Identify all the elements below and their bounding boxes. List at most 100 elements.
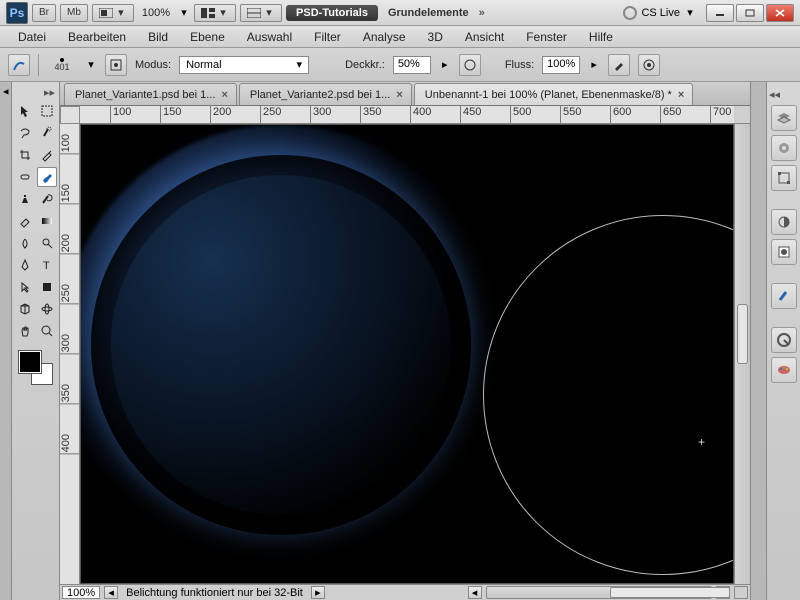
status-bar: 100% ◂ Belichtung funktioniert nur bei 3… <box>60 584 750 600</box>
workspace-secondary[interactable]: Grundelemente <box>382 7 475 19</box>
brush-panel-toggle-icon[interactable] <box>105 54 127 76</box>
airbrush-icon[interactable] <box>608 54 630 76</box>
adjustments-panel-icon[interactable] <box>771 209 797 235</box>
extras-chip[interactable]: ▾ <box>240 4 282 22</box>
zoom-tool[interactable] <box>37 321 57 341</box>
status-prev-icon[interactable]: ◂ <box>104 586 118 599</box>
zoom-field[interactable]: 100% <box>62 586 100 599</box>
type-tool[interactable]: T <box>37 255 57 275</box>
foreground-color-swatch[interactable] <box>19 351 41 373</box>
brush-cursor-ring <box>483 215 734 575</box>
lasso-tool[interactable] <box>15 123 35 143</box>
tab-doc-1[interactable]: Planet_Variante2.psd bei 1... × <box>239 83 412 105</box>
zoom-dropdown-icon[interactable]: ▾ <box>178 6 190 19</box>
tool-preset-icon[interactable] <box>8 54 30 76</box>
tab-doc-0[interactable]: Planet_Variante1.psd bei 1...× <box>64 83 237 105</box>
dodge-tool[interactable] <box>37 233 57 253</box>
pressure-size-icon[interactable] <box>638 54 660 76</box>
masks-panel-icon[interactable] <box>771 239 797 265</box>
scrollbar-thumb[interactable] <box>737 304 748 364</box>
brush-preview[interactable]: 401 <box>47 58 77 72</box>
tab-doc-2[interactable]: Unbenannt-1 bei 100% (Planet, Ebenenmask… <box>414 83 694 105</box>
blur-tool[interactable] <box>15 233 35 253</box>
opacity-drop-icon[interactable]: ▸ <box>439 58 451 71</box>
menu-fenster[interactable]: Fenster <box>516 27 577 47</box>
chevrons-icon[interactable]: » <box>479 7 485 19</box>
workspace-pill[interactable]: PSD-Tutorials <box>286 5 378 21</box>
menu-ansicht[interactable]: Ansicht <box>455 27 514 47</box>
history-brush-tool[interactable] <box>37 189 57 209</box>
ruler-tick: 250 <box>60 284 79 304</box>
move-tool[interactable] <box>15 101 35 121</box>
ruler-vertical[interactable]: 100 150 200 250 300 350 400 <box>60 124 80 584</box>
dock-collapse-icon[interactable]: ◂◂ <box>767 88 800 101</box>
brush-presets-panel-icon[interactable] <box>771 283 797 309</box>
blend-mode-select[interactable]: Normal ▾ <box>179 56 309 74</box>
tab-label: Planet_Variante2.psd bei 1... <box>250 89 390 101</box>
hscroll-left-icon[interactable]: ◂ <box>468 586 482 599</box>
zoom-level[interactable]: 100% <box>138 7 174 19</box>
ruler-tick: 600 <box>610 106 631 123</box>
canvas[interactable]: + <box>80 124 734 584</box>
tab-close-icon[interactable]: × <box>396 89 402 101</box>
status-next-icon[interactable]: ▸ <box>311 586 325 599</box>
menu-filter[interactable]: Filter <box>304 27 351 47</box>
screen-mode-chip[interactable]: ▾ <box>92 4 134 22</box>
layers-panel-icon[interactable] <box>771 105 797 131</box>
gradient-tool[interactable] <box>37 211 57 231</box>
brush-size-value: 401 <box>54 62 69 72</box>
menu-3d[interactable]: 3D <box>418 27 453 47</box>
flow-input[interactable]: 100% <box>542 56 580 74</box>
tab-label: Unbenannt-1 bei 100% (Planet, Ebenenmask… <box>425 89 672 101</box>
minimize-button[interactable] <box>706 4 734 22</box>
marquee-tool[interactable] <box>37 101 57 121</box>
paths-panel-icon[interactable] <box>771 165 797 191</box>
eraser-tool[interactable] <box>15 211 35 231</box>
menu-bild[interactable]: Bild <box>138 27 178 47</box>
tab-close-icon[interactable]: × <box>678 89 684 101</box>
brush-picker-dropdown[interactable]: ▾ <box>85 58 97 71</box>
scrollbar-thumb[interactable] <box>610 587 730 598</box>
maximize-button[interactable] <box>736 4 764 22</box>
color-panel-icon[interactable] <box>771 357 797 383</box>
close-button[interactable] <box>766 4 794 22</box>
menu-hilfe[interactable]: Hilfe <box>579 27 623 47</box>
healing-brush-tool[interactable] <box>15 167 35 187</box>
crop-tool[interactable] <box>15 145 35 165</box>
menu-bearbeiten[interactable]: Bearbeiten <box>58 27 136 47</box>
path-select-tool[interactable] <box>15 277 35 297</box>
left-collapse-gutter[interactable]: ▸ <box>0 82 12 600</box>
brush-tool[interactable] <box>37 167 57 187</box>
channels-panel-icon[interactable] <box>771 135 797 161</box>
ruler-horizontal[interactable]: 100 150 200 250 300 350 400 450 500 550 … <box>80 106 734 124</box>
horizontal-scrollbar[interactable] <box>486 586 712 599</box>
minibridge-chip[interactable]: Mb <box>60 4 88 22</box>
quick-select-tool[interactable] <box>37 123 57 143</box>
right-gap <box>750 82 766 600</box>
tab-close-icon[interactable]: × <box>221 89 227 101</box>
tab-strip: Planet_Variante1.psd bei 1...× Planet_Va… <box>60 82 750 106</box>
cs-live[interactable]: CS Live ▾ <box>617 6 702 20</box>
opacity-input[interactable]: 50% <box>393 56 431 74</box>
3d-orbit-tool[interactable] <box>37 299 57 319</box>
clone-stamp-tool[interactable] <box>15 189 35 209</box>
flow-drop-icon[interactable]: ▸ <box>588 58 600 71</box>
ruler-tick: 150 <box>60 184 79 204</box>
shape-tool[interactable] <box>37 277 57 297</box>
menu-analyse[interactable]: Analyse <box>353 27 416 47</box>
color-swatch[interactable] <box>19 351 53 385</box>
toolbox-collapse-icon[interactable]: ▸▸ <box>14 86 57 99</box>
vertical-scrollbar[interactable] <box>734 124 750 584</box>
resize-grip[interactable] <box>734 586 748 599</box>
3d-rotate-tool[interactable] <box>15 299 35 319</box>
menu-datei[interactable]: Datei <box>8 27 56 47</box>
eyedropper-tool[interactable] <box>37 145 57 165</box>
swatches-panel-icon[interactable] <box>771 327 797 353</box>
menu-ebene[interactable]: Ebene <box>180 27 235 47</box>
arrange-chip[interactable]: ▾ <box>194 4 236 22</box>
bridge-chip[interactable]: Br <box>32 4 56 22</box>
menu-auswahl[interactable]: Auswahl <box>237 27 302 47</box>
pressure-opacity-icon[interactable] <box>459 54 481 76</box>
pen-tool[interactable] <box>15 255 35 275</box>
hand-tool[interactable] <box>15 321 35 341</box>
